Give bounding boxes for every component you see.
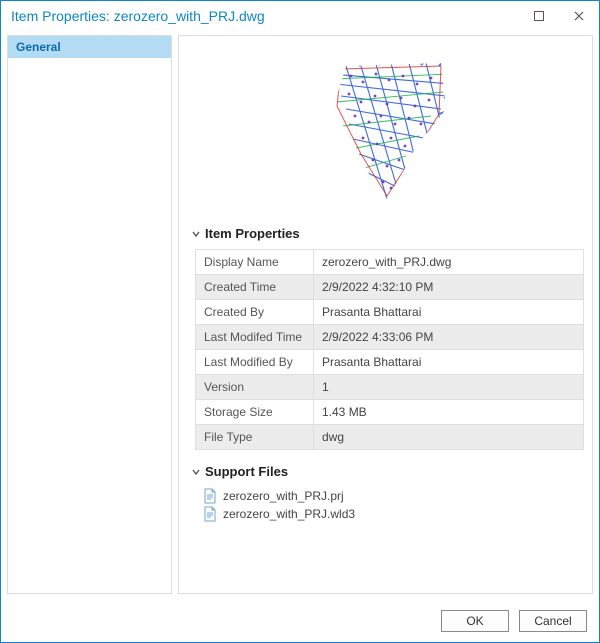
table-row: Display Namezerozero_with_PRJ.dwg — [196, 250, 584, 275]
prop-value: 2/9/2022 4:32:10 PM — [314, 275, 584, 300]
prop-value: 1 — [314, 375, 584, 400]
dwg-thumbnail — [291, 54, 481, 204]
thumbnail-container — [191, 44, 580, 222]
prop-value: Prasanta Bhattarai — [314, 300, 584, 325]
cancel-button[interactable]: Cancel — [519, 610, 587, 632]
table-row: Created ByPrasanta Bhattarai — [196, 300, 584, 325]
section-title: Support Files — [205, 464, 288, 479]
prop-value: 1.43 MB — [314, 400, 584, 425]
file-name: zerozero_with_PRJ.wld3 — [223, 507, 355, 521]
file-icon — [203, 488, 217, 504]
list-item[interactable]: zerozero_with_PRJ.wld3 — [203, 505, 580, 523]
dialog-body: General — [1, 31, 599, 600]
table-row: Version1 — [196, 375, 584, 400]
titlebar: Item Properties: zerozero_with_PRJ.dwg — [1, 1, 599, 31]
list-item[interactable]: zerozero_with_PRJ.prj — [203, 487, 580, 505]
table-row: File Typedwg — [196, 425, 584, 450]
file-name: zerozero_with_PRJ.prj — [223, 489, 344, 503]
prop-value: Prasanta Bhattarai — [314, 350, 584, 375]
table-row: Last Modified ByPrasanta Bhattarai — [196, 350, 584, 375]
prop-key: Display Name — [196, 250, 314, 275]
prop-key: Created Time — [196, 275, 314, 300]
prop-value: 2/9/2022 4:33:06 PM — [314, 325, 584, 350]
item-properties-table: Display Namezerozero_with_PRJ.dwg Create… — [195, 249, 584, 450]
table-row: Last Modifed Time2/9/2022 4:33:06 PM — [196, 325, 584, 350]
prop-key: Version — [196, 375, 314, 400]
file-icon — [203, 506, 217, 522]
prop-value: dwg — [314, 425, 584, 450]
button-label: Cancel — [534, 614, 571, 628]
button-label: OK — [466, 614, 483, 628]
prop-key: File Type — [196, 425, 314, 450]
table-row: Storage Size1.43 MB — [196, 400, 584, 425]
prop-value: zerozero_with_PRJ.dwg — [314, 250, 584, 275]
content-pane: Item Properties Display Namezerozero_wit… — [178, 35, 593, 594]
chevron-down-icon — [191, 230, 201, 238]
table-row: Created Time2/9/2022 4:32:10 PM — [196, 275, 584, 300]
dialog-footer: OK Cancel — [1, 600, 599, 642]
prop-key: Last Modified By — [196, 350, 314, 375]
chevron-down-icon — [191, 468, 201, 476]
section-title: Item Properties — [205, 226, 300, 241]
sidebar: General — [7, 35, 172, 594]
section-header-item-properties[interactable]: Item Properties — [191, 226, 580, 241]
maximize-icon — [534, 11, 544, 21]
maximize-button[interactable] — [519, 1, 559, 31]
prop-key: Last Modifed Time — [196, 325, 314, 350]
window-title: Item Properties: zerozero_with_PRJ.dwg — [11, 8, 519, 24]
close-icon — [574, 11, 584, 21]
prop-key: Storage Size — [196, 400, 314, 425]
sidebar-item-general[interactable]: General — [8, 36, 171, 58]
section-header-support-files[interactable]: Support Files — [191, 464, 580, 479]
ok-button[interactable]: OK — [441, 610, 509, 632]
close-button[interactable] — [559, 1, 599, 31]
sidebar-item-label: General — [16, 40, 61, 54]
prop-key: Created By — [196, 300, 314, 325]
support-files-list: zerozero_with_PRJ.prj zerozero_with_PRJ.… — [191, 485, 580, 523]
